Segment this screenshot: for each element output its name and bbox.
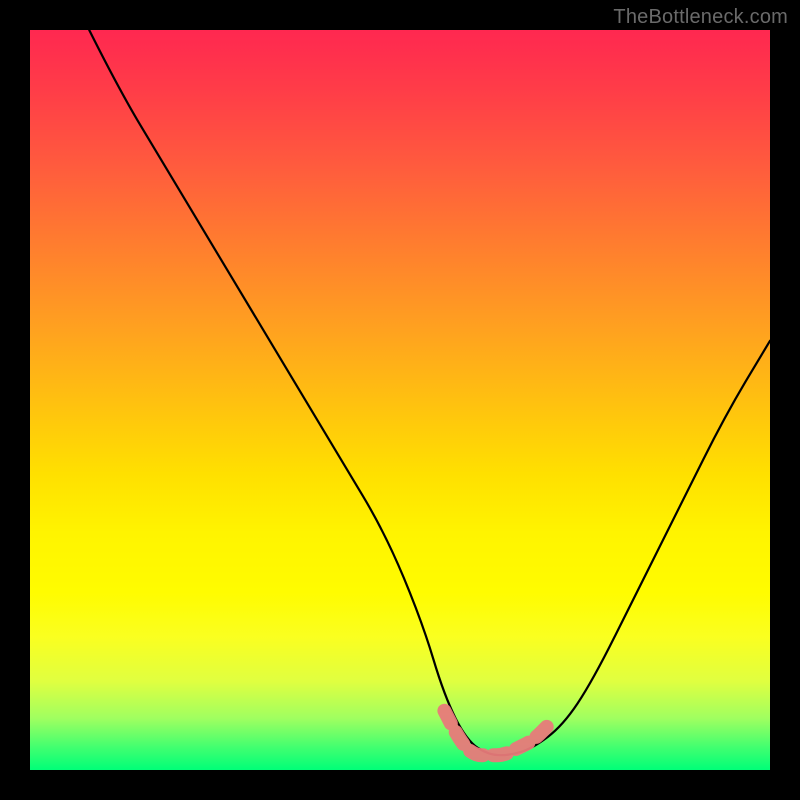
watermark-text: TheBottleneck.com: [613, 6, 788, 29]
plot-area: [30, 30, 770, 770]
curve-layer: [30, 30, 770, 770]
optimal-zone-marker: [444, 711, 548, 755]
bottleneck-chart: TheBottleneck.com: [0, 0, 800, 800]
bottleneck-curve: [89, 30, 770, 755]
